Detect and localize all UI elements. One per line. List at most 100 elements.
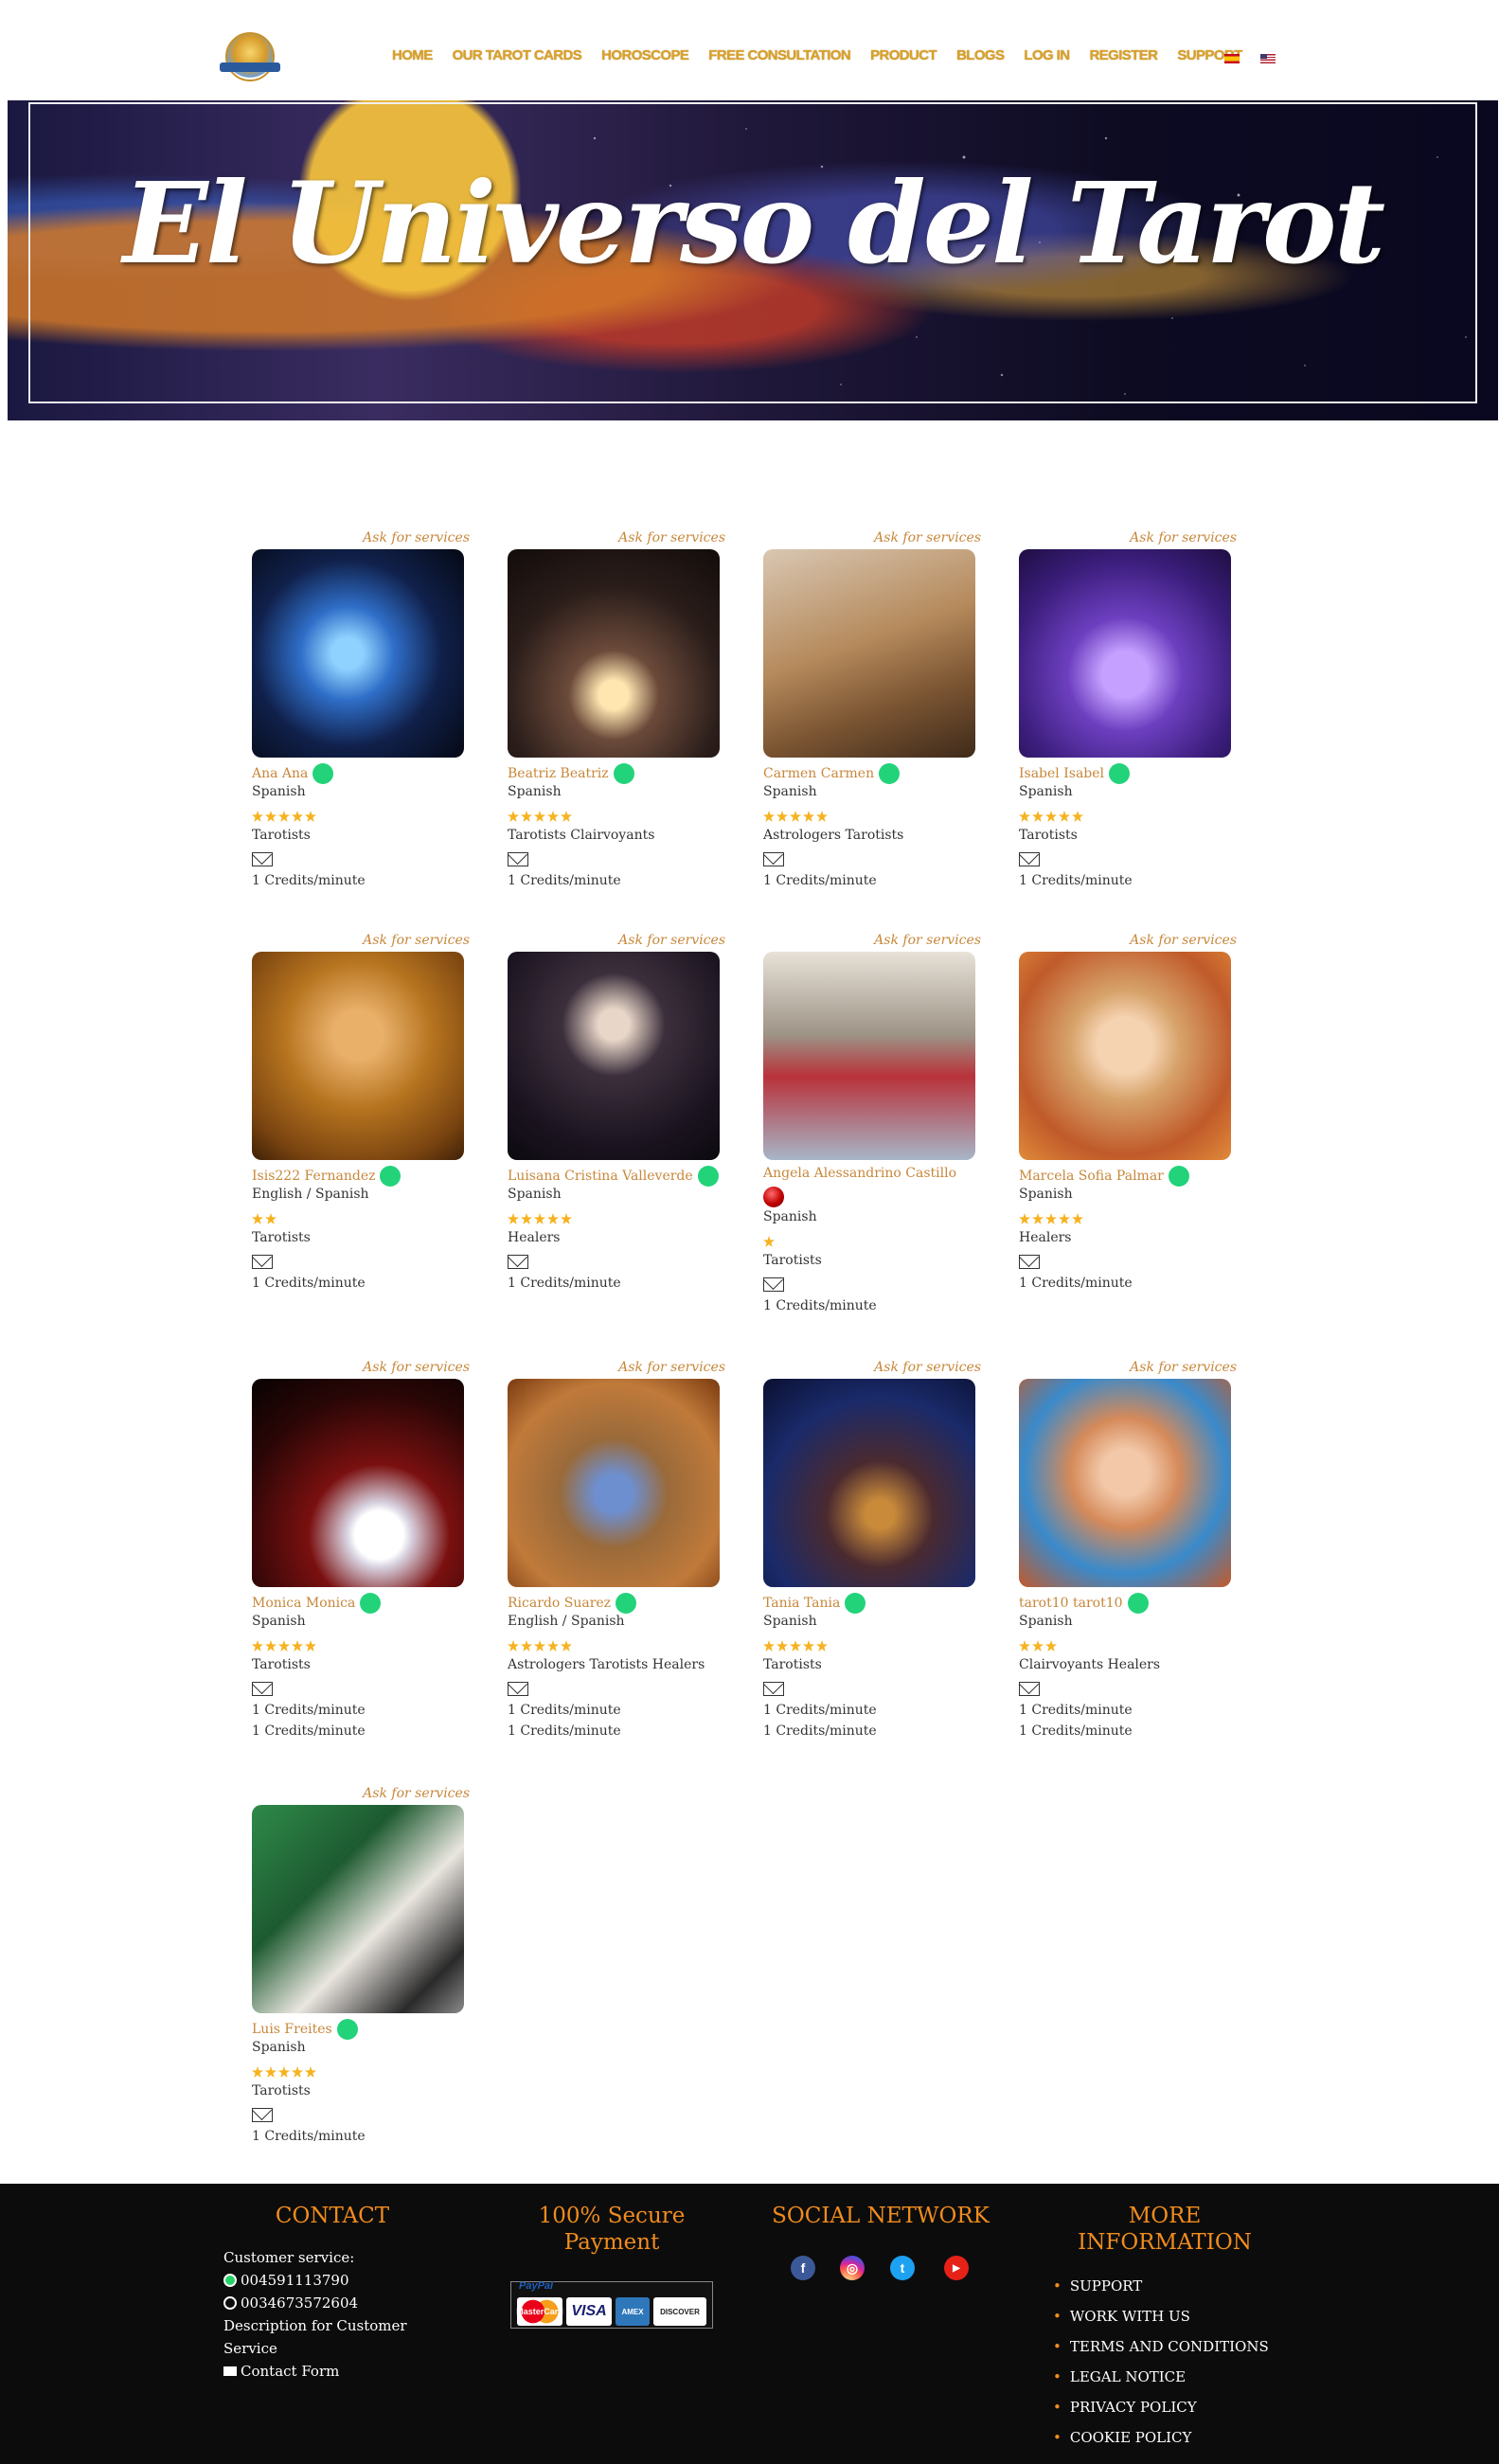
nav-log-in[interactable]: LOG IN	[1024, 47, 1070, 63]
reader-name[interactable]: Isabel Isabel	[1019, 766, 1104, 781]
reader-name[interactable]: Marcela Sofia Palmar	[1019, 1169, 1164, 1184]
ask-for-services-link[interactable]: Ask for services	[618, 530, 725, 545]
ask-for-services-link[interactable]: Ask for services	[874, 933, 981, 948]
reader-photo-image	[508, 549, 720, 758]
rating-stars	[252, 811, 316, 822]
ask-for-services-link[interactable]: Ask for services	[1130, 933, 1237, 948]
star-icon	[547, 1640, 559, 1652]
reader-name[interactable]: Angela Alessandrino Castillo	[763, 1166, 956, 1181]
reader-photo[interactable]	[1019, 952, 1231, 1160]
phone-row-2[interactable]: 0034673572604	[223, 2292, 432, 2314]
site-logo[interactable]	[225, 32, 275, 81]
message-envelope-icon[interactable]	[508, 1255, 528, 1269]
reader-photo[interactable]	[763, 1379, 975, 1587]
reader-name[interactable]: Carmen Carmen	[763, 766, 874, 781]
contact-form-link[interactable]: Contact Form	[223, 2360, 432, 2383]
site-header: HOME OUR TAROT CARDS HOROSCOPE FREE CONS…	[0, 0, 1499, 102]
status-busy-icon	[763, 1187, 784, 1207]
reader-name[interactable]: Luisana Cristina Valleverde	[508, 1169, 693, 1184]
reader-name[interactable]: Beatriz Beatriz	[508, 766, 609, 781]
reader-rate: 1 Credits/minute	[763, 1298, 877, 1313]
ask-for-services-link[interactable]: Ask for services	[363, 933, 470, 948]
ask-for-services-link[interactable]: Ask for services	[874, 1360, 981, 1375]
message-envelope-icon[interactable]	[508, 1682, 528, 1696]
message-envelope-icon[interactable]	[508, 852, 528, 866]
message-envelope-icon[interactable]	[763, 1682, 784, 1696]
reader-name[interactable]: Monica Monica	[252, 1596, 355, 1611]
reader-name[interactable]: tarot10 tarot10	[1019, 1596, 1123, 1611]
status-online-icon	[360, 1593, 382, 1614]
reader-photo[interactable]	[252, 952, 464, 1160]
ask-for-services-link[interactable]: Ask for services	[363, 1786, 470, 1801]
message-envelope-icon[interactable]	[252, 1255, 273, 1269]
reader-name[interactable]: Luis Freites	[252, 2022, 332, 2037]
ask-for-services-link[interactable]: Ask for services	[618, 1360, 725, 1375]
reader-language: Spanish	[763, 1209, 817, 1224]
message-envelope-icon[interactable]	[1019, 852, 1040, 866]
reader-name-row: Monica Monica	[252, 1593, 382, 1614]
message-envelope-icon[interactable]	[763, 1277, 784, 1292]
twitter-icon[interactable]: t	[890, 2256, 915, 2280]
reader-language: Spanish	[1019, 1614, 1073, 1629]
nav-horoscope[interactable]: HOROSCOPE	[601, 47, 689, 63]
reader-photo[interactable]	[508, 952, 720, 1160]
message-envelope-icon[interactable]	[1019, 1255, 1040, 1269]
instagram-icon[interactable]: ◎	[840, 2256, 865, 2280]
reader-photo[interactable]	[763, 549, 975, 758]
message-envelope-icon[interactable]	[763, 852, 784, 866]
spain-flag-icon[interactable]	[1224, 54, 1240, 63]
reader-name[interactable]: Isis222 Fernandez	[252, 1169, 375, 1184]
star-icon	[776, 811, 788, 822]
nav-register[interactable]: REGISTER	[1089, 47, 1157, 63]
reader-language: English / Spanish	[252, 1187, 369, 1202]
ask-for-services-link[interactable]: Ask for services	[618, 933, 725, 948]
message-envelope-icon[interactable]	[252, 852, 273, 866]
reader-rate: 1 Credits/minute	[508, 873, 621, 888]
reader-photo[interactable]	[1019, 1379, 1231, 1587]
star-icon	[534, 811, 545, 822]
reader-photo[interactable]	[1019, 549, 1231, 758]
reader-card: Ask for services Luisana Cristina Valleve…	[508, 933, 725, 1291]
reader-name[interactable]: Ana Ana	[252, 766, 308, 781]
reader-language: Spanish	[252, 1614, 306, 1629]
phone-row-1[interactable]: 004591113790	[223, 2269, 432, 2292]
nav-home[interactable]: HOME	[392, 47, 433, 63]
reader-photo[interactable]	[508, 1379, 720, 1587]
reader-photo[interactable]	[252, 1805, 464, 2013]
footer-link-privacy-policy[interactable]: PRIVACY POLICY	[1053, 2392, 1269, 2422]
reader-name[interactable]: Ricardo Suarez	[508, 1596, 611, 1611]
nav-our-tarot-cards[interactable]: OUR TAROT CARDS	[453, 47, 582, 63]
reader-card: Ask for services Isis222 Fernandez English…	[252, 933, 470, 1291]
footer-link-support[interactable]: SUPPORT	[1053, 2271, 1269, 2301]
message-envelope-icon[interactable]	[252, 1682, 273, 1696]
rating-stars	[1019, 811, 1083, 822]
reader-name[interactable]: Tania Tania	[763, 1596, 840, 1611]
reader-name-row: Marcela Sofia Palmar	[1019, 1166, 1189, 1187]
message-envelope-icon[interactable]	[252, 2108, 273, 2122]
star-icon	[252, 1640, 263, 1652]
reader-photo[interactable]	[252, 1379, 464, 1587]
ask-for-services-link[interactable]: Ask for services	[1130, 1360, 1237, 1375]
youtube-icon[interactable]: ▶	[944, 2256, 969, 2280]
nav-blogs[interactable]: BLOGS	[956, 47, 1005, 63]
footer-link-legal-notice[interactable]: LEGAL NOTICE	[1053, 2362, 1269, 2392]
reader-photo[interactable]	[763, 952, 975, 1160]
message-envelope-icon[interactable]	[1019, 1682, 1040, 1696]
reader-card: Ask for services Monica Monica Spanish Taro…	[252, 1360, 470, 1739]
facebook-icon[interactable]: f	[791, 2256, 815, 2280]
usa-flag-icon[interactable]	[1260, 54, 1276, 63]
ask-for-services-link[interactable]: Ask for services	[363, 530, 470, 545]
reader-name-row: Beatriz Beatriz	[508, 763, 634, 784]
ask-for-services-link[interactable]: Ask for services	[363, 1360, 470, 1375]
reader-specialty: Tarotists	[252, 1657, 311, 1672]
nav-free-consultation[interactable]: FREE CONSULTATION	[708, 47, 850, 63]
reader-photo[interactable]	[508, 549, 720, 758]
footer-link-cookie-policy[interactable]: COOKIE POLICY	[1053, 2422, 1269, 2453]
footer-link-terms[interactable]: TERMS AND CONDITIONS	[1053, 2331, 1269, 2362]
nav-product[interactable]: PRODUCT	[870, 47, 937, 63]
reader-photo[interactable]	[252, 549, 464, 758]
star-icon	[1045, 1640, 1057, 1652]
ask-for-services-link[interactable]: Ask for services	[1130, 530, 1237, 545]
ask-for-services-link[interactable]: Ask for services	[874, 530, 981, 545]
footer-link-work-with-us[interactable]: WORK WITH US	[1053, 2301, 1269, 2331]
